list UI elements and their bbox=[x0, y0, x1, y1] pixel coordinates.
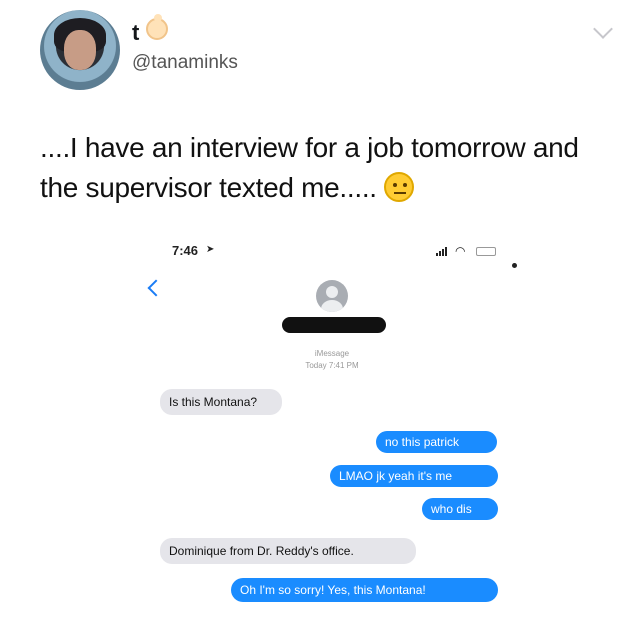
battery-icon bbox=[476, 247, 496, 256]
signal-icon bbox=[436, 247, 447, 256]
tweet-body: ....I have an interview for a job tomorr… bbox=[40, 132, 579, 203]
message-timestamp: Today 7:41 PM bbox=[305, 361, 359, 370]
sent-message[interactable]: Oh I'm so sorry! Yes, this Montana! bbox=[231, 578, 498, 602]
dot-mark bbox=[512, 263, 517, 268]
location-arrow-icon: ➤ bbox=[206, 244, 215, 255]
user-handle[interactable]: @tanaminks bbox=[132, 52, 238, 74]
tweet-text: ....I have an interview for a job tomorr… bbox=[40, 128, 615, 208]
user-avatar[interactable] bbox=[40, 10, 120, 90]
sent-message[interactable]: who dis bbox=[422, 498, 498, 520]
person-icon[interactable] bbox=[316, 280, 348, 312]
redacted-contact-name bbox=[282, 317, 386, 333]
wifi-icon: ◠ bbox=[455, 244, 466, 258]
back-chevron-icon[interactable] bbox=[147, 279, 165, 297]
status-time: 7:46 bbox=[172, 243, 199, 258]
display-name[interactable]: t bbox=[132, 20, 139, 46]
service-label: iMessage bbox=[314, 349, 350, 358]
sent-message[interactable]: LMAO jk yeah it's me bbox=[330, 465, 498, 487]
received-message[interactable]: Dominique from Dr. Reddy's office. bbox=[160, 538, 416, 564]
baby-emoji-icon bbox=[146, 14, 168, 40]
chevron-down-icon[interactable] bbox=[593, 19, 613, 39]
avatar-face bbox=[64, 30, 96, 70]
received-message[interactable]: Is this Montana? bbox=[160, 389, 282, 415]
sent-message[interactable]: no this patrick bbox=[376, 431, 497, 453]
neutral-face-emoji-icon bbox=[384, 172, 415, 202]
